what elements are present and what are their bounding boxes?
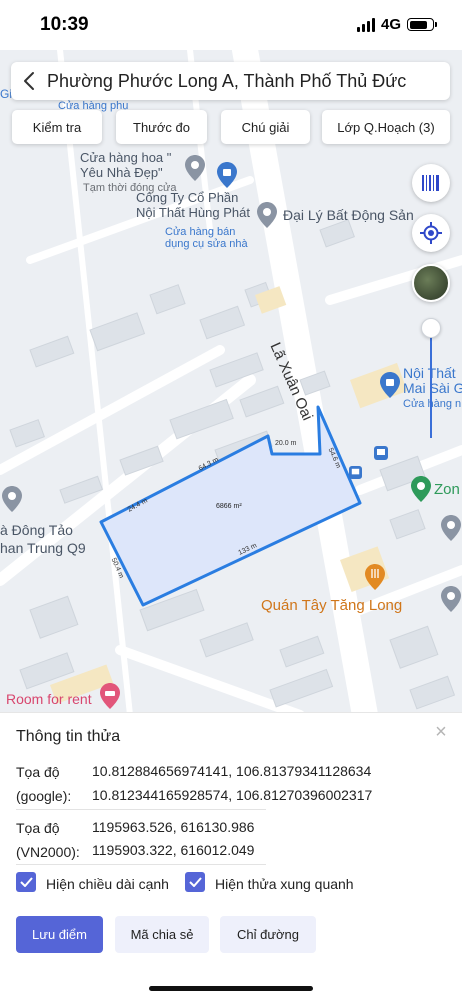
poi-noi-that-sub: Cửa hàng n	[403, 398, 462, 410]
signal-icon	[356, 17, 375, 32]
shopping-bag-pin-icon[interactable]	[380, 372, 400, 398]
poi-furniture-sub: Cửa hàng bán dụng cụ sửa nhà	[165, 226, 248, 250]
panel-title: Thông tin thửa	[16, 728, 121, 745]
poi-furniture[interactable]: Công Ty Cổ Phần Nội Thất Hùng Phát	[136, 190, 250, 220]
hotel-pin-icon[interactable]	[100, 683, 120, 709]
google-coord-label-sub: (google):	[16, 788, 72, 804]
google-coord-value-1: 10.812884656974141, 106.81379341128634	[92, 763, 372, 779]
directions-button[interactable]: Chỉ đường	[220, 916, 316, 953]
location-pin-icon[interactable]	[441, 515, 461, 541]
status-icons: 4G	[356, 16, 437, 33]
restaurant-pin-icon[interactable]	[365, 564, 385, 590]
location-search-bar[interactable]: Phường Phước Long A, Thành Phố Thủ Đức	[11, 62, 450, 100]
parcel-info-panel: Thông tin thửa × Tọa độ (google): 10.812…	[0, 712, 462, 1000]
divider	[16, 809, 266, 810]
poi-label: Cửa hàng hoa "	[80, 150, 172, 165]
back-button[interactable]	[11, 62, 47, 100]
location-pin-icon[interactable]	[2, 486, 22, 512]
opacity-slider-track[interactable]	[430, 328, 432, 438]
location-pin-icon[interactable]	[441, 586, 461, 612]
poi-label: Nội Thất Hùng Phát	[136, 205, 250, 220]
poi-flower-shop[interactable]: Cửa hàng hoa " Yêu Nhà Đẹp"	[80, 150, 171, 180]
opacity-slider-thumb[interactable]	[421, 318, 441, 338]
vn2000-coord-value-2: 1195903.322, 616012.049	[92, 842, 255, 858]
status-time: 10:39	[40, 14, 89, 35]
google-coord-label: Tọa độ	[16, 764, 60, 780]
check-icon	[188, 877, 202, 887]
close-icon[interactable]: ×	[430, 721, 452, 743]
vn2000-coord-label-sub: (VN2000):	[16, 844, 80, 860]
bus-stop-icon[interactable]	[374, 446, 388, 460]
edge-label-top-right: 20.0 m	[275, 440, 297, 447]
bus-stop-icon[interactable]	[349, 466, 362, 479]
google-coord-value-2: 10.812344165928574, 106.81270396002317	[92, 787, 373, 803]
check-button[interactable]: Kiểm tra	[12, 110, 102, 144]
vn2000-coord-label: Tọa độ	[16, 820, 60, 836]
poi-quan-tay[interactable]: Quán Tây Tăng Long	[261, 598, 402, 613]
map-view[interactable]: Cửa hàng hoa " Yêu Nhà Đẹp" Tạm thời đón…	[0, 50, 462, 715]
poi-real-estate[interactable]: Đại Lý Bất Động Sản	[283, 208, 414, 223]
location-title: Phường Phước Long A, Thành Phố Thủ Đức	[47, 70, 407, 91]
poi-dong-tao[interactable]: à Đông Tảo han Trung Q9	[0, 521, 86, 557]
poi-zone[interactable]: Zon	[434, 482, 460, 497]
poi-label: Yêu Nhà Đẹp"	[80, 165, 163, 180]
measure-button[interactable]: Thước đo	[116, 110, 207, 144]
save-point-button[interactable]: Lưu điểm	[16, 916, 103, 953]
poi-label: Công Ty Cổ Phần	[136, 190, 239, 205]
battery-icon	[407, 18, 437, 31]
green-pin-icon[interactable]	[411, 476, 431, 502]
location-pin-icon[interactable]	[257, 202, 277, 228]
chevron-left-icon	[24, 72, 34, 90]
show-edge-length-label[interactable]: Hiện chiều dài cạnh	[46, 876, 169, 892]
legend-button[interactable]: Chú giải	[221, 110, 310, 144]
planning-layers-button[interactable]: Lớp Q.Hoạch (3)	[322, 110, 450, 144]
divider	[16, 864, 266, 865]
show-surrounding-checkbox[interactable]	[185, 872, 205, 892]
share-code-button[interactable]: Mã chia sẻ	[115, 916, 209, 953]
poi-room[interactable]: Room for rent	[6, 692, 92, 707]
crosshair-icon	[420, 222, 442, 244]
show-edge-length-checkbox[interactable]	[16, 872, 36, 892]
my-location-button[interactable]	[412, 214, 450, 252]
check-icon	[19, 877, 33, 887]
network-label: 4G	[380, 16, 401, 33]
barcode-scan-button[interactable]	[412, 164, 450, 202]
parcel-area-label: 6866 m²	[216, 503, 242, 510]
home-indicator[interactable]	[149, 986, 313, 991]
vn2000-coord-value-1: 1195963.526, 616130.986	[92, 819, 255, 835]
shopping-pin-icon[interactable]	[185, 155, 205, 181]
status-bar: 10:39 4G	[0, 0, 462, 50]
barcode-icon	[422, 175, 439, 191]
poi-noi-that[interactable]: Nội Thất Mai Sài G	[403, 366, 462, 396]
satellite-layer-button[interactable]	[412, 264, 450, 302]
show-surrounding-label[interactable]: Hiện thửa xung quanh	[215, 876, 354, 892]
shopping-bag-pin-icon[interactable]	[217, 162, 237, 188]
